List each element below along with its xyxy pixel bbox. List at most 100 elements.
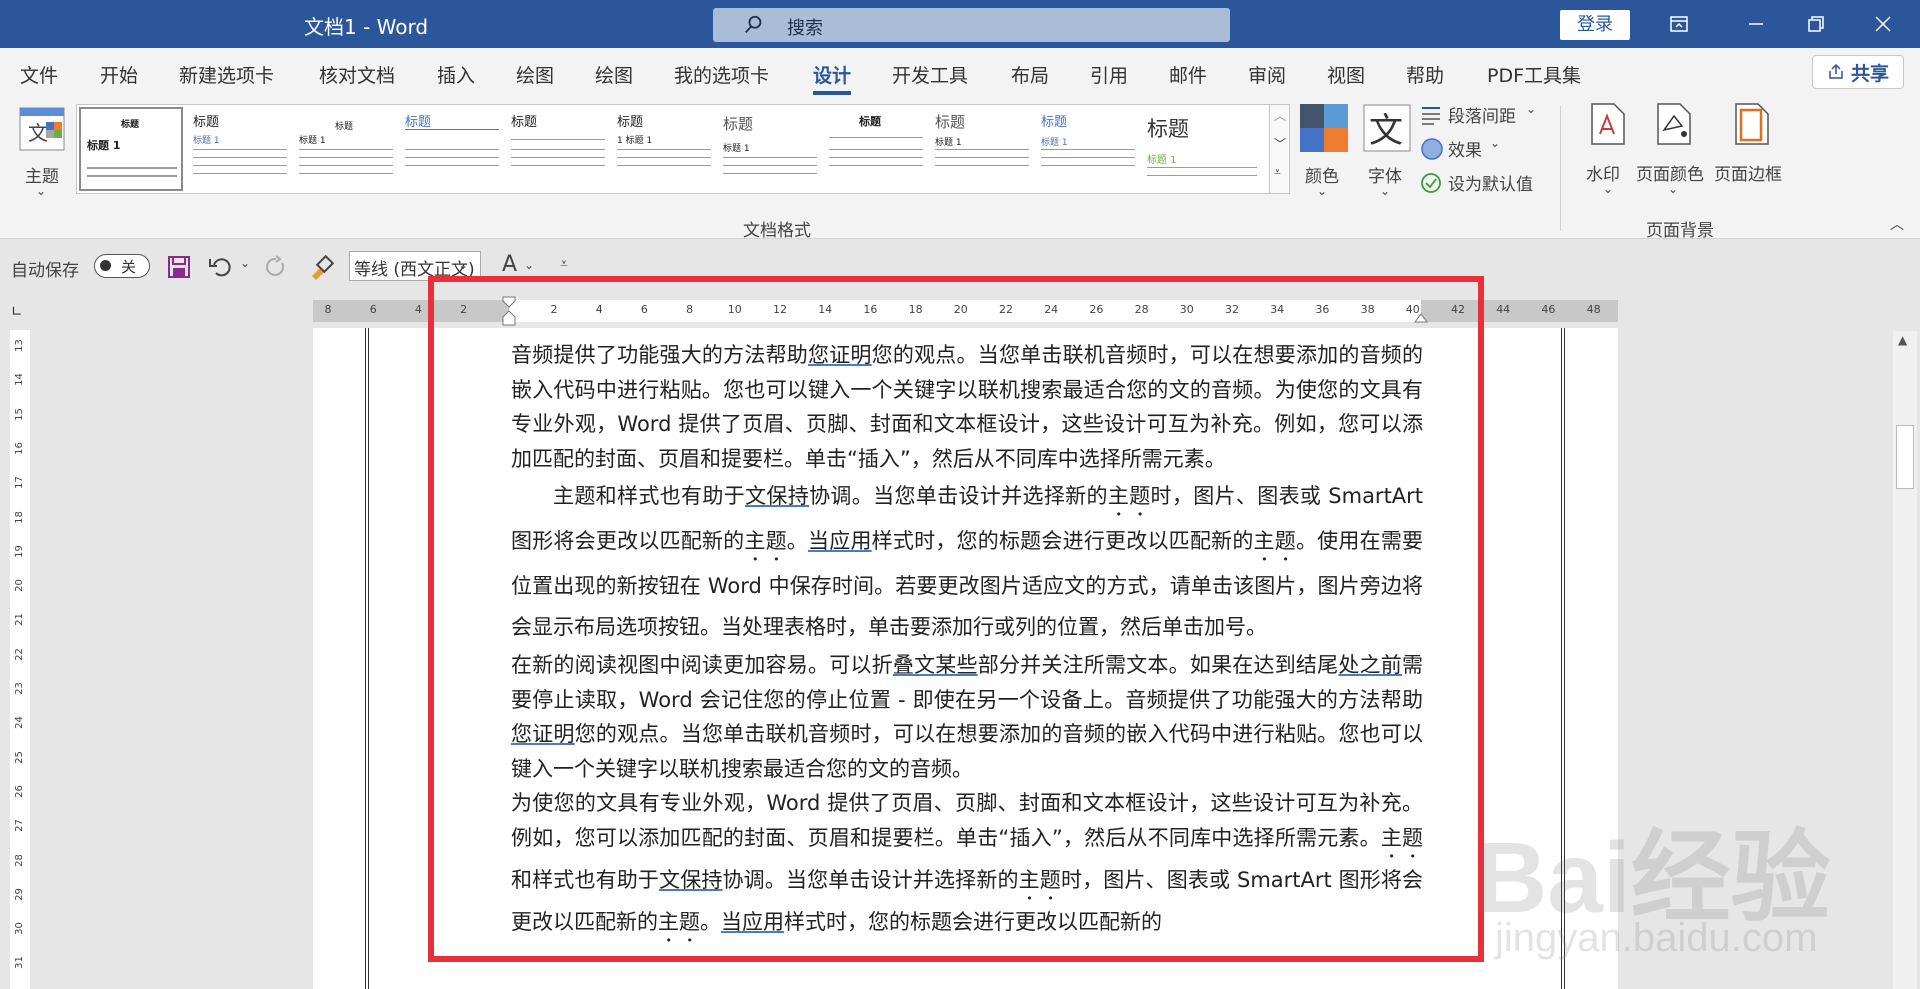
share-icon	[1829, 63, 1843, 79]
chevron-down-icon[interactable]: ⌄	[524, 258, 534, 272]
tab-home[interactable]: 开始	[100, 61, 138, 88]
customize-toolbar-icon[interactable]: ⩡	[560, 256, 568, 272]
tab-review[interactable]: 审阅	[1248, 61, 1286, 88]
style-set-item[interactable]: 标题 标题 1	[931, 107, 1035, 191]
tab-selector-icon[interactable]: ∟	[11, 304, 23, 320]
redo-icon[interactable]	[264, 255, 288, 279]
ruler-number: 14	[13, 373, 25, 387]
style-set-item[interactable]: 标题 标题 1	[1143, 107, 1263, 191]
ruler-number: 15	[13, 407, 25, 421]
search-label: 搜索	[787, 18, 823, 39]
tab-developer[interactable]: 开发工具	[892, 61, 968, 88]
share-button[interactable]: 共享	[1812, 55, 1904, 89]
ruler-number: 6	[369, 303, 377, 316]
ruler-number: 30	[13, 922, 25, 935]
style-set-item[interactable]: 标题	[401, 107, 505, 191]
ruler-number: 22	[13, 647, 25, 661]
chevron-down-icon: ⌄	[1668, 182, 1679, 196]
vertical-ruler[interactable]: 13 14 15 16 17 18 19 20 21 22 23 24 25 26 27 28 29 30 31	[10, 330, 30, 989]
baidu-watermark: Bai经验 jingyan.baidu.com	[1465, 776, 1885, 986]
gallery-more-icon[interactable]: ⩡	[1274, 165, 1281, 180]
style-set-gallery: 标题 标题 1 标题 标题 1 标题 标题 1 标题 标题 标题 1 标题 1	[76, 104, 1270, 194]
page-borders-button[interactable]: 页面边框	[1714, 102, 1790, 202]
style-set-item[interactable]: 标题 标题 1	[295, 107, 399, 191]
ribbon-tabs: 文件 开始 新建选项卡 核对文档 插入 绘图 绘图 我的选项卡 设计 开发工具 …	[0, 48, 1920, 96]
restore-button[interactable]	[1785, 0, 1847, 48]
set-as-default-button[interactable]: 设为默认值	[1420, 170, 1570, 196]
close-button[interactable]	[1852, 0, 1914, 48]
tab-help[interactable]: 帮助	[1406, 61, 1444, 88]
collapse-ribbon-icon[interactable]: ︿	[1890, 214, 1904, 234]
vertical-scrollbar[interactable]: ▲	[1893, 331, 1917, 989]
tab-custom-new[interactable]: 新建选项卡	[179, 61, 274, 88]
ruler-number: 16	[13, 442, 25, 455]
ribbon-separator	[1560, 106, 1561, 231]
themes-button[interactable]: 文 主题 ⌄	[12, 102, 74, 202]
highlight-annotation-box	[428, 276, 1484, 962]
ribbon-display-options-button[interactable]	[1648, 0, 1710, 48]
chevron-down-icon: ⌄	[1317, 184, 1328, 198]
login-button[interactable]: 登录	[1560, 10, 1630, 40]
page-border-left	[365, 328, 369, 989]
watermark-button[interactable]: 水印 ⌄	[1578, 102, 1638, 202]
page-borders-label: 页面边框	[1714, 165, 1782, 185]
style-set-item[interactable]: 标题 标题 1	[1037, 107, 1141, 191]
format-painter-icon[interactable]	[308, 254, 334, 280]
chevron-up-icon[interactable]: ︿	[1274, 107, 1286, 124]
svg-text:文: 文	[28, 121, 48, 145]
tab-my-tab[interactable]: 我的选项卡	[674, 61, 769, 88]
page-borders-icon	[1735, 103, 1769, 145]
page-background-group-label: 页面背景	[1646, 221, 1714, 241]
autosave-toggle[interactable]: 关	[94, 254, 150, 278]
restore-icon	[1808, 16, 1824, 32]
document-title: 文档1 - Word	[304, 15, 429, 39]
scrollbar-thumb[interactable]	[1896, 425, 1914, 489]
scroll-up-arrow-icon[interactable]: ▲	[1898, 333, 1907, 347]
colors-button[interactable]: 颜色 ⌄	[1297, 104, 1351, 204]
tab-draw-2[interactable]: 绘图	[595, 61, 633, 88]
tab-file[interactable]: 文件	[20, 61, 58, 88]
undo-icon[interactable]	[208, 255, 234, 279]
search-input[interactable]: 搜索	[713, 8, 1230, 42]
paragraph-spacing-button[interactable]: 段落间距 ⌄	[1420, 102, 1570, 128]
style-set-item[interactable]: 标题	[507, 107, 611, 191]
design-ribbon: 文 主题 ⌄ 标题 标题 1 标题 标题 1 标题 标题 1 标题 标题 标题 …	[0, 96, 1920, 241]
themes-icon: 文	[19, 107, 65, 151]
toggle-state: 关	[121, 258, 137, 276]
tab-references[interactable]: 引用	[1090, 61, 1128, 88]
chevron-down-icon: ⌄	[1526, 102, 1537, 116]
tab-view[interactable]: 视图	[1327, 61, 1365, 88]
page-color-button[interactable]: 页面颜色 ⌄	[1636, 102, 1712, 202]
tab-insert[interactable]: 插入	[437, 61, 475, 88]
ruler-number: 20	[13, 579, 25, 592]
ruler-number: 18	[13, 510, 25, 524]
tab-mailings[interactable]: 邮件	[1169, 61, 1207, 88]
tab-layout[interactable]: 布局	[1011, 61, 1049, 88]
ruler-number: 31	[13, 956, 25, 970]
effects-button[interactable]: 效果 ⌄	[1420, 136, 1570, 162]
gallery-scroll[interactable]: ︿ ﹀ ⩡	[1270, 104, 1290, 194]
style-set-item[interactable]: 标题 标题 1	[189, 107, 293, 191]
tab-design[interactable]: 设计	[813, 61, 852, 95]
style-set-item[interactable]: 标题 1 标题 1	[613, 107, 717, 191]
ruler-number: 44	[1496, 303, 1511, 316]
minimize-button[interactable]	[1725, 0, 1787, 48]
ruler-number: 19	[13, 544, 25, 558]
minimize-icon	[1749, 23, 1763, 25]
style-set-item[interactable]: 标题 标题 1	[79, 107, 183, 191]
style-set-item[interactable]: 标题 标题 1	[719, 107, 823, 191]
tab-proofread[interactable]: 核对文档	[319, 61, 395, 88]
chevron-down-icon: ⌄	[36, 184, 47, 198]
tab-pdf-tools[interactable]: PDF工具集	[1487, 61, 1581, 88]
ruler-number: 24	[13, 716, 25, 730]
autosave-label: 自动保存	[11, 261, 79, 281]
checkmark-circle-icon	[1421, 173, 1441, 193]
style-set-item[interactable]: 标题	[825, 107, 929, 191]
font-color-icon[interactable]: A	[502, 252, 517, 277]
fonts-button[interactable]: 文 字体 ⌄	[1360, 104, 1414, 204]
save-icon[interactable]	[167, 255, 191, 279]
chevron-down-icon[interactable]: ⌄	[458, 258, 468, 272]
chevron-down-icon[interactable]: ⌄	[240, 256, 250, 270]
tab-draw-1[interactable]: 绘图	[516, 61, 554, 88]
chevron-down-icon[interactable]: ﹀	[1274, 135, 1286, 152]
